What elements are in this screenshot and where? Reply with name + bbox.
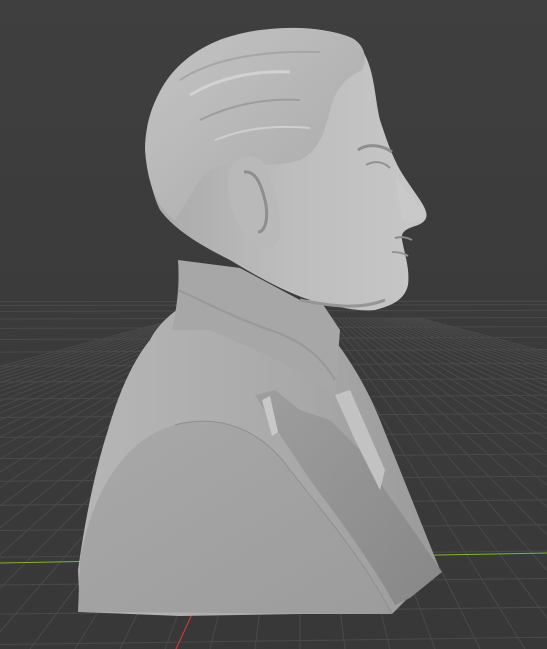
bust-model[interactable] (78, 27, 442, 616)
grid-line (403, 317, 547, 363)
viewport-canvas[interactable] (0, 0, 547, 649)
x-axis-line (175, 611, 194, 649)
3d-viewport[interactable] (0, 0, 547, 649)
grid-line (407, 317, 547, 361)
